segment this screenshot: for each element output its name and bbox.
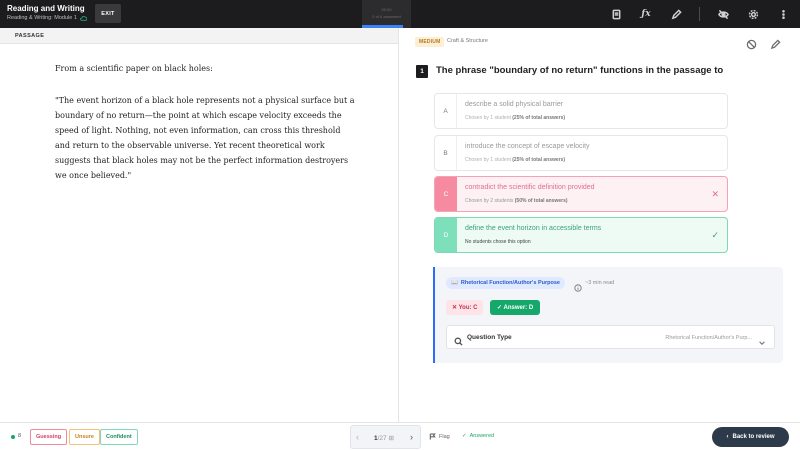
- settings-icon[interactable]: [746, 7, 760, 21]
- read-time: ~3 min read: [585, 280, 615, 286]
- question-navigator: ‹ 1/27 ⊞ ›: [350, 425, 421, 449]
- your-answer-badge: ✕ You: C: [446, 300, 484, 315]
- check-icon: ✓: [462, 433, 467, 439]
- correct-answer-badge: ✓ Answer: D: [490, 300, 541, 315]
- chevron-down-icon: [758, 334, 766, 345]
- choice-stats: Chosen by 1 student (25% of total answer…: [465, 115, 565, 121]
- chevron-right-icon[interactable]: ›: [410, 432, 413, 442]
- unsure-button[interactable]: Unsure: [69, 429, 100, 445]
- flag-label: Flag: [439, 433, 450, 440]
- choice-letter: C: [435, 177, 457, 211]
- flag-icon: [429, 433, 436, 440]
- passage-intro: From a scientific paper on black holes:: [55, 64, 213, 73]
- difficulty-badge: MEDIUM: [415, 37, 445, 47]
- page-indicator[interactable]: 1/27 ⊞: [374, 434, 394, 442]
- your-answer-label: You: C: [458, 305, 478, 311]
- formula-icon[interactable]: ƒx: [639, 7, 653, 21]
- choice-text: contradict the scientific definition pro…: [465, 184, 595, 191]
- guessing-button[interactable]: Guessing: [30, 429, 68, 445]
- eliminate-icon[interactable]: [746, 37, 757, 50]
- question-number: 1: [416, 65, 428, 78]
- top-bar: Reading and Writing Reading & Writing: M…: [0, 0, 800, 28]
- flag-button[interactable]: Flag: [429, 433, 450, 440]
- choice-letter: D: [435, 218, 457, 252]
- answer-choice-a[interactable]: A describe a solid physical barrier Chos…: [434, 93, 728, 129]
- choice-stat-count: Chosen by 1 student: [465, 115, 511, 121]
- passage-header: PASSAGE: [0, 28, 398, 44]
- explanation-panel: 📖 Rhetorical Function/Author's Purpose ~…: [433, 267, 783, 363]
- back-to-review-label: Back to review: [732, 434, 775, 440]
- answered-status: ✓ Answered: [462, 433, 494, 439]
- cloud-saved-icon: [80, 15, 87, 21]
- test-title: Reading and Writing: [7, 4, 85, 13]
- notes-icon[interactable]: [609, 7, 623, 21]
- status-dot: [11, 435, 15, 439]
- module-subtitle: Reading & Writing: Module 1: [7, 15, 87, 21]
- toolbar-divider: [699, 7, 700, 21]
- question-type-label: Question Type: [467, 334, 512, 341]
- bottom-bar: 8 Guessing Unsure Confident ‹ 1/27 ⊞ › F…: [0, 422, 800, 450]
- search-icon: [454, 333, 463, 346]
- answer-choice-b[interactable]: B introduce the concept of escape veloci…: [434, 135, 728, 171]
- choice-text: define the event horizon in accessible t…: [465, 225, 602, 232]
- answer-choice-c[interactable]: C contradict the scientific definition p…: [434, 176, 728, 212]
- choice-letter: B: [435, 136, 457, 170]
- question-type-value: Rhetorical Function/Author's Purp...: [665, 335, 752, 341]
- answered-count: 0 of 6 answered: [372, 14, 401, 19]
- choice-stat-count: Chosen by 2 students: [465, 198, 514, 204]
- back-to-review-button[interactable]: ‹ Back to review: [712, 427, 789, 447]
- more-icon[interactable]: [776, 7, 790, 21]
- choice-stat-pct: (25% of total answers): [512, 157, 566, 163]
- choice-stat-pct: (50% of total answers): [514, 198, 568, 204]
- chevron-left-icon: ‹: [726, 434, 729, 440]
- choice-stat-pct: (25% of total answers): [512, 115, 566, 121]
- correct-check-icon: ✓: [711, 230, 719, 240]
- question-type-dropdown[interactable]: Question Type Rhetorical Function/Author…: [446, 325, 775, 349]
- confident-button[interactable]: Confident: [100, 429, 138, 445]
- book-icon: 📖: [451, 280, 458, 286]
- skill-label: Craft & Structure: [447, 38, 488, 44]
- toolbar-icons: ƒx: [609, 7, 790, 21]
- choice-stat-count: No students chose this option: [465, 239, 531, 245]
- grid-icon: ⊞: [388, 435, 394, 442]
- answered-counter: 8: [18, 433, 22, 439]
- hide-icon[interactable]: [716, 7, 730, 21]
- choice-stats: No students chose this option: [465, 239, 531, 245]
- page-total: /27: [377, 435, 387, 442]
- choice-stats: Chosen by 1 student (25% of total answer…: [465, 157, 565, 163]
- choice-stats: Chosen by 2 students (50% of total answe…: [465, 198, 568, 204]
- passage-text: "The event horizon of a black hole repre…: [55, 96, 355, 180]
- choice-stat-count: Chosen by 1 student: [465, 157, 511, 163]
- choice-text: describe a solid physical barrier: [465, 101, 564, 108]
- passage-pane: PASSAGE From a scientific paper on black…: [0, 28, 399, 422]
- timer-label: 00:00: [381, 7, 392, 12]
- choice-text: introduce the concept of escape velocity: [465, 143, 590, 150]
- info-icon[interactable]: [574, 279, 582, 292]
- incorrect-x-icon: ✕: [711, 189, 719, 199]
- answered-label: Answered: [469, 433, 495, 439]
- pen-icon[interactable]: [669, 7, 683, 21]
- exit-button[interactable]: EXIT: [95, 4, 121, 23]
- question-type-tag-label: Rhetorical Function/Author's Purpose: [460, 280, 560, 286]
- chevron-left-icon[interactable]: ‹: [356, 432, 359, 442]
- question-pane: MEDIUM Craft & Structure 1 The phrase "b…: [400, 28, 800, 422]
- answer-choice-d[interactable]: D define the event horizon in accessible…: [434, 217, 728, 253]
- choice-letter: A: [435, 94, 457, 128]
- annotate-icon[interactable]: [770, 37, 781, 50]
- question-stem: The phrase "boundary of no return" funct…: [436, 65, 724, 76]
- module-label: Reading & Writing: Module 1: [7, 15, 77, 21]
- correct-answer-label: Answer: D: [503, 305, 534, 311]
- question-type-tag[interactable]: 📖 Rhetorical Function/Author's Purpose: [446, 277, 565, 289]
- timer-panel: 00:00 0 of 6 answered: [362, 0, 411, 26]
